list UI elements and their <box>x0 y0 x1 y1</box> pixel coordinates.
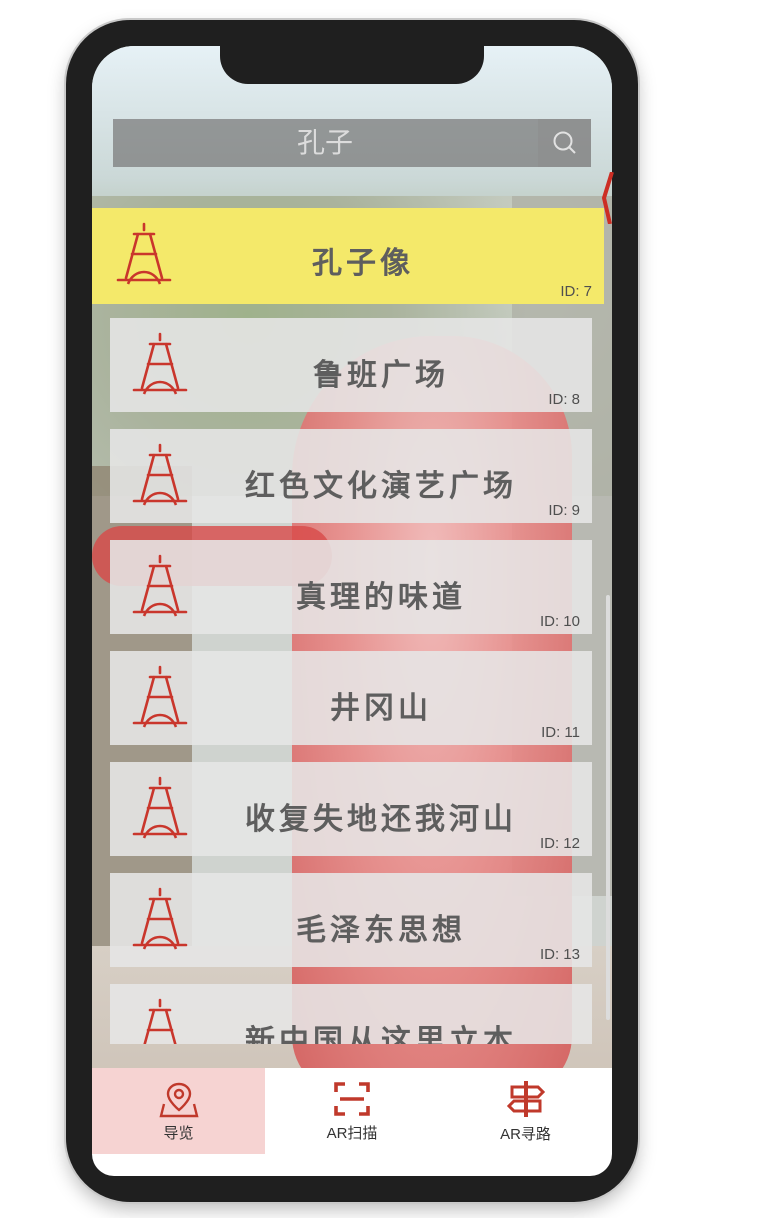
place-id: ID: 13 <box>539 946 580 963</box>
place-name: 真理的味道 <box>296 580 466 615</box>
place-name: 收复失地还我河山 <box>245 802 517 837</box>
place-id: ID: 9 <box>548 502 580 519</box>
scan-icon <box>334 1081 370 1116</box>
tab-ar-navigate-label: AR寻路 <box>500 1125 551 1143</box>
search-bar <box>113 119 591 167</box>
map-pin-icon <box>158 1082 199 1117</box>
home-indicator-area <box>92 1154 612 1176</box>
search-input[interactable] <box>113 119 537 167</box>
place-card[interactable]: 新中国从这里立本 <box>110 984 592 1044</box>
place-list: 孔子像 ID: 7 鲁班广场 ID: 8 红色文化演艺广场 ID: 9 真理的味道 ID: 1… <box>92 200 612 1044</box>
place-card[interactable]: 真理的味道 ID: 10 <box>110 540 592 634</box>
bottom-tab-bar: 导览 AR扫描 AR寻路 <box>92 1068 612 1154</box>
place-id: ID: 10 <box>539 613 580 630</box>
place-card[interactable]: 孔子像 ID: 7 <box>92 208 604 304</box>
tab-ar-navigate[interactable]: AR寻路 <box>439 1068 612 1154</box>
place-id: ID: 7 <box>560 283 592 300</box>
place-card[interactable]: 井冈山 ID: 11 <box>110 651 592 745</box>
place-id: ID: 8 <box>548 391 580 408</box>
tab-guide-label: 导览 <box>163 1124 194 1142</box>
tab-ar-scan-label: AR扫描 <box>326 1124 378 1142</box>
tab-ar-scan[interactable]: AR扫描 <box>265 1068 439 1154</box>
place-id: ID: 11 <box>541 724 580 741</box>
place-card[interactable]: 红色文化演艺广场 ID: 9 <box>110 429 592 523</box>
place-name: 孔子像 <box>312 246 414 281</box>
phone-notch <box>220 46 484 84</box>
search-icon <box>553 131 576 154</box>
place-name: 毛泽东思想 <box>296 913 466 948</box>
list-scrollbar[interactable] <box>606 595 610 1020</box>
search-button[interactable] <box>538 119 591 167</box>
place-name: 鲁班广场 <box>313 358 449 393</box>
place-card[interactable]: 毛泽东思想 ID: 13 <box>110 873 592 967</box>
place-name: 新中国从这里立本 <box>245 1024 517 1044</box>
place-card[interactable]: 收复失地还我河山 ID: 12 <box>110 762 592 856</box>
place-card[interactable]: 鲁班广场 ID: 8 <box>110 318 592 412</box>
place-id: ID: 12 <box>539 835 580 852</box>
place-name: 井冈山 <box>330 691 432 726</box>
place-name: 红色文化演艺广场 <box>245 469 517 504</box>
tab-guide[interactable]: 导览 <box>92 1068 265 1154</box>
signpost-icon <box>506 1080 545 1117</box>
